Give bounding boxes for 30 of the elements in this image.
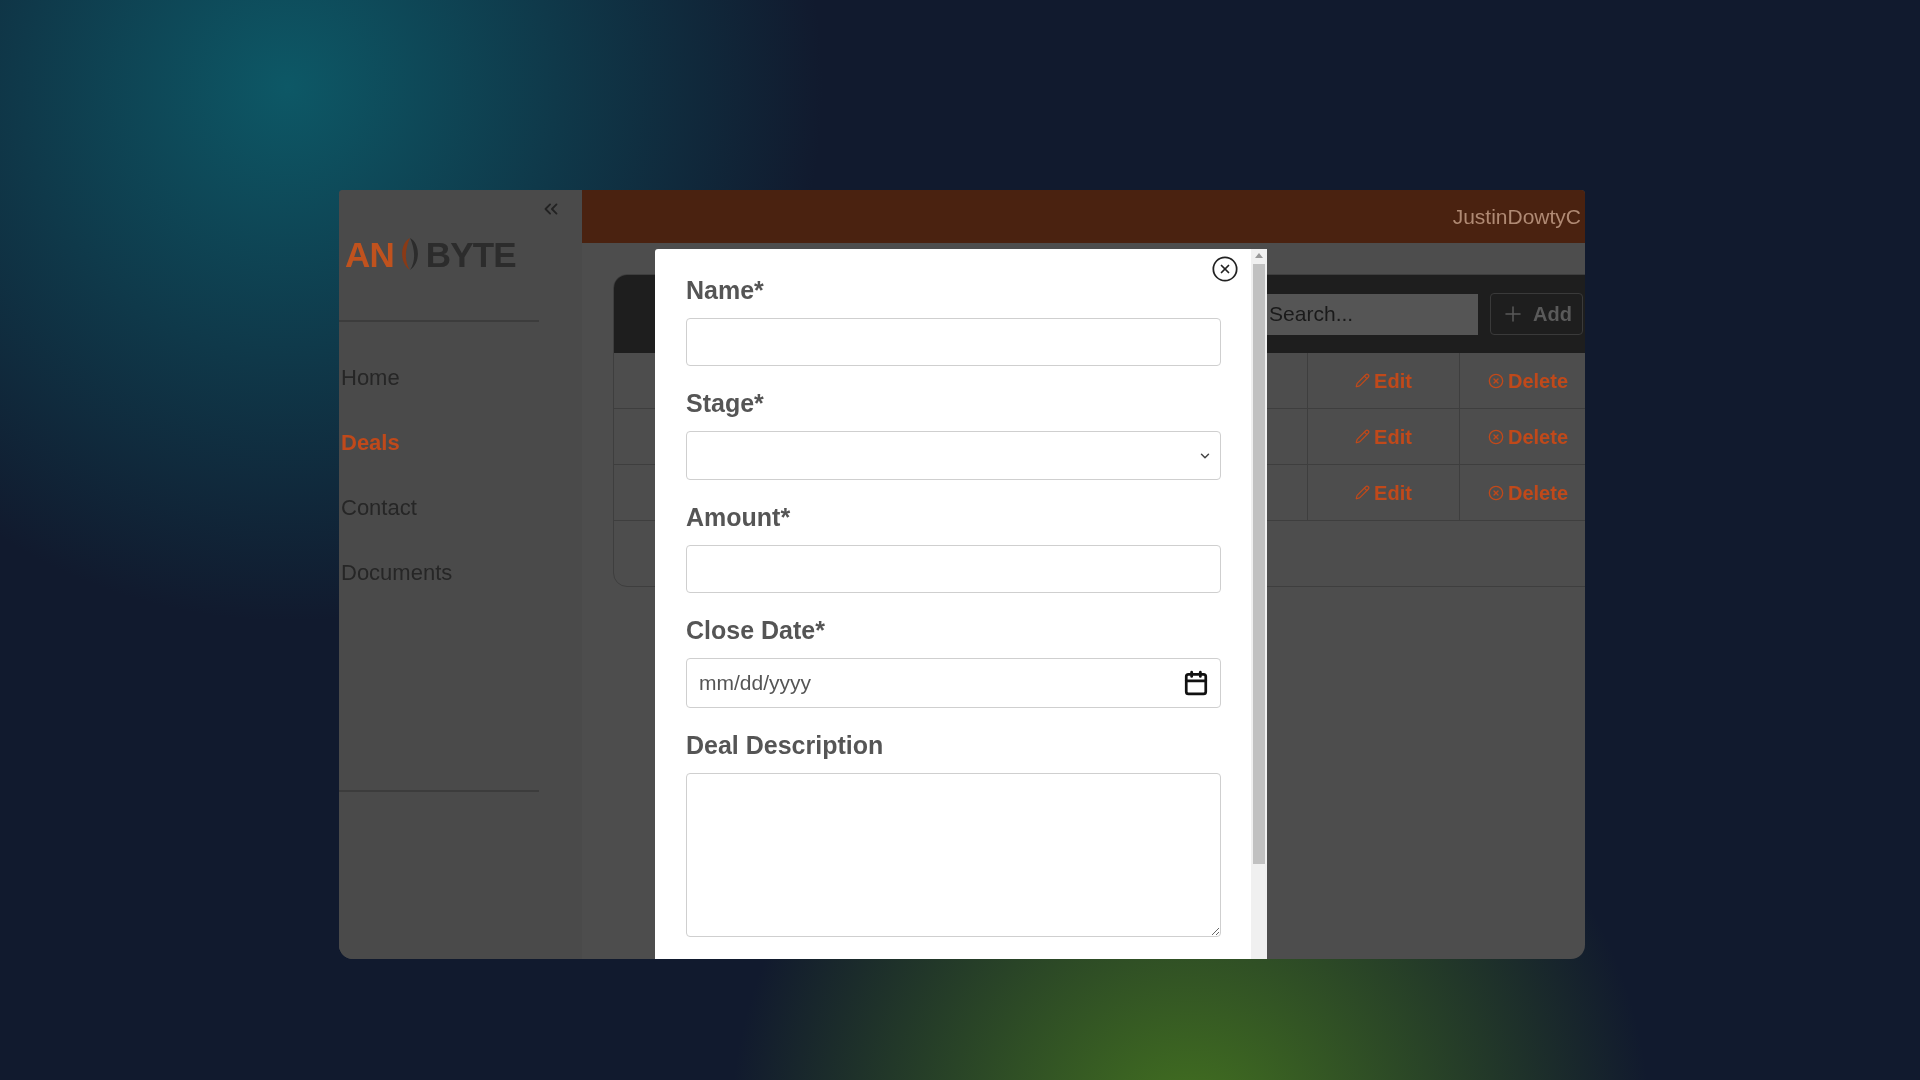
field-label: Close Date* bbox=[686, 615, 826, 645]
field-label: Name* bbox=[686, 275, 765, 305]
date-input-field[interactable]: mm/dd/yyyy bbox=[686, 658, 1221, 708]
circle-x-icon bbox=[1488, 428, 1504, 445]
sidebar-nav-item[interactable]: Deals bbox=[339, 430, 582, 456]
pencil-icon bbox=[1355, 485, 1371, 500]
field-label: Amount* bbox=[686, 502, 792, 532]
pencil-icon bbox=[1355, 373, 1371, 388]
field-label: Deal Description bbox=[686, 730, 885, 760]
description-textarea[interactable] bbox=[686, 773, 1221, 937]
pencil-icon bbox=[1355, 429, 1371, 444]
delete-link[interactable]: Delete bbox=[1488, 477, 1569, 508]
text-input-field[interactable] bbox=[686, 545, 1221, 593]
edit-link[interactable]: Edit bbox=[1355, 365, 1412, 396]
close-button[interactable] bbox=[1211, 255, 1239, 283]
calendar-icon[interactable] bbox=[1183, 670, 1209, 696]
edit-link[interactable]: Edit bbox=[1355, 421, 1412, 452]
user-name[interactable]: JustinDowtyC bbox=[1452, 200, 1581, 233]
edit-link[interactable]: Edit bbox=[1355, 477, 1412, 508]
scrollbar-thumb[interactable] bbox=[1253, 264, 1265, 864]
delete-link[interactable]: Delete bbox=[1488, 421, 1569, 452]
scrollbar[interactable] bbox=[1251, 249, 1267, 959]
close-icon bbox=[1211, 255, 1239, 283]
field-label: Stage* bbox=[686, 388, 765, 418]
delete-link[interactable]: Delete bbox=[1488, 365, 1569, 396]
text-input-field[interactable] bbox=[686, 318, 1221, 366]
add-button[interactable]: Add bbox=[1490, 293, 1583, 335]
stage-select[interactable] bbox=[686, 431, 1221, 480]
circle-x-icon bbox=[1488, 484, 1504, 501]
circle-x-icon bbox=[1488, 372, 1504, 389]
